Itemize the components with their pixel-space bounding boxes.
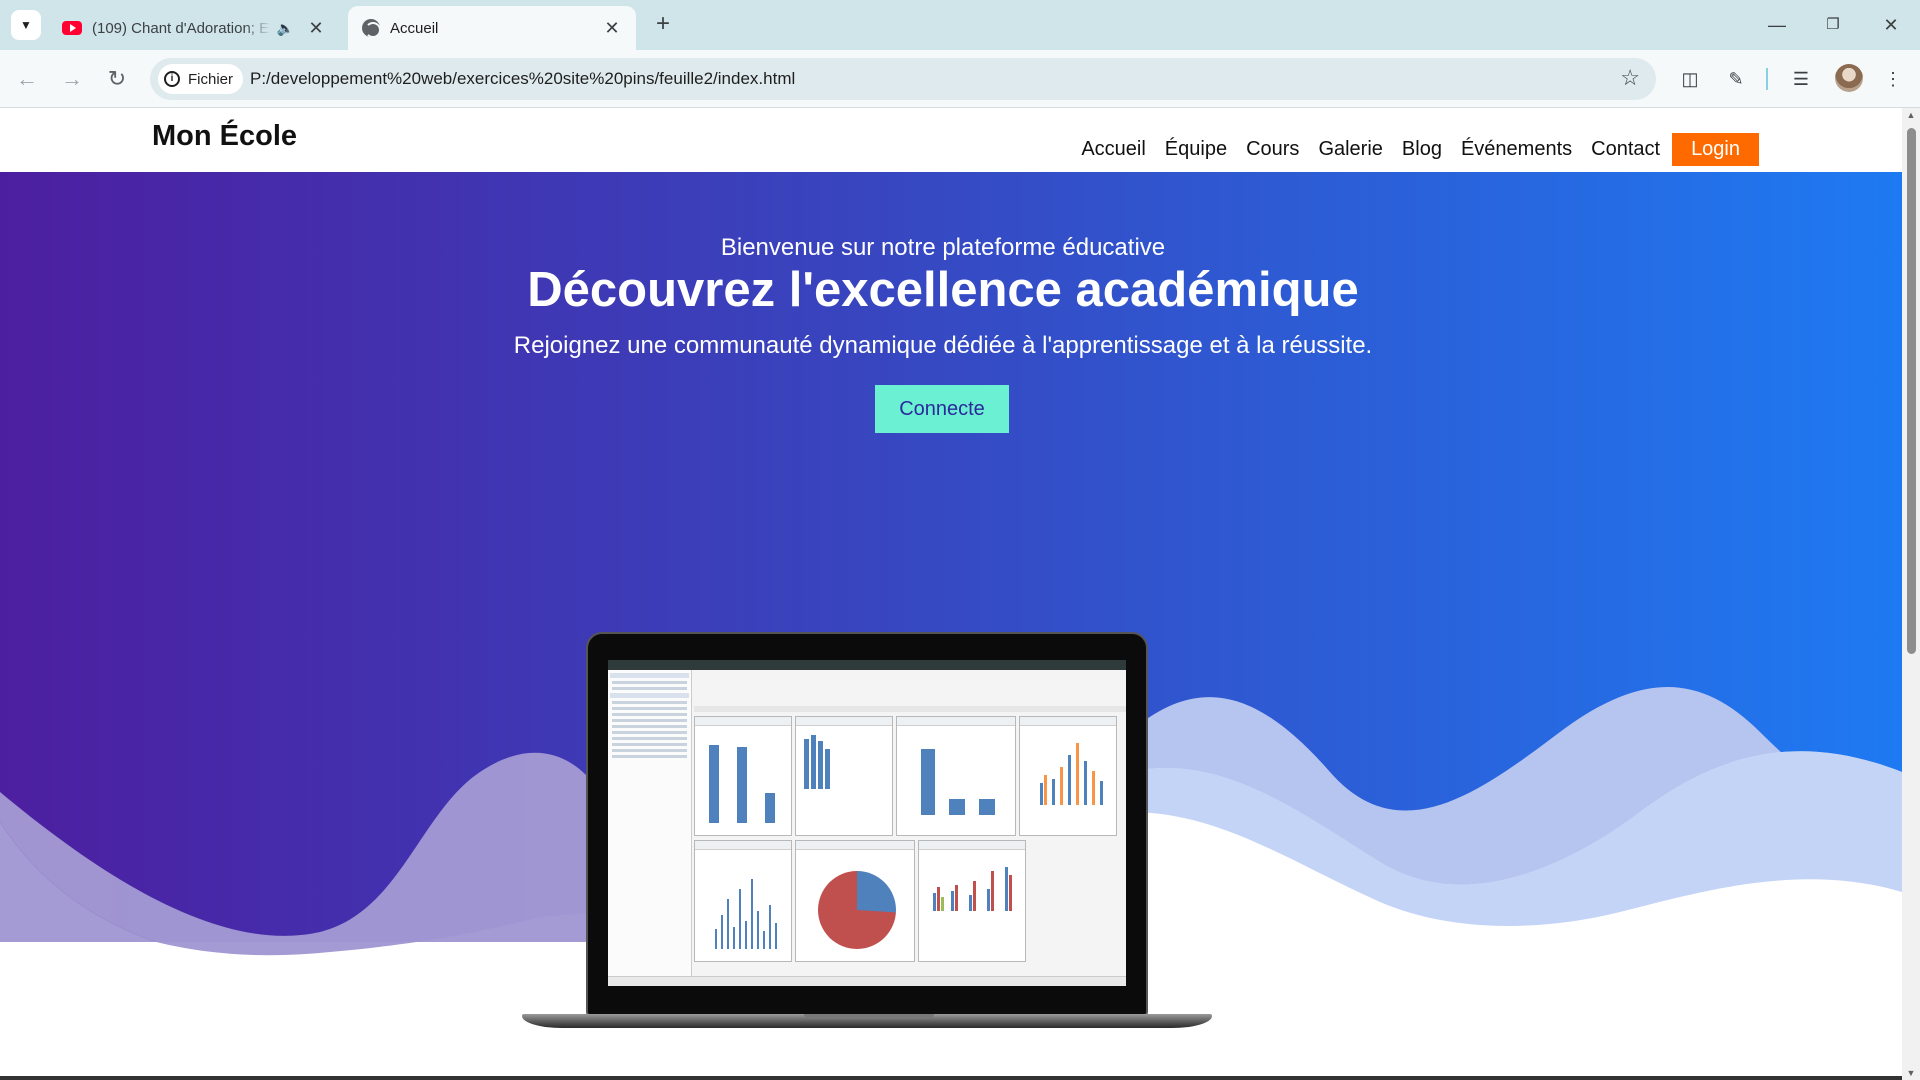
new-tab-button[interactable]: + [650, 12, 676, 38]
nav-blog[interactable]: Blog [1402, 138, 1442, 161]
tab-title: Accueil [390, 19, 439, 37]
scrollbar-thumb[interactable] [1907, 128, 1916, 654]
site-info-label: Fichier [188, 70, 234, 88]
minimize-icon[interactable]: — [1752, 8, 1802, 42]
page-viewport: Mon École Accueil Équipe Cours Galerie B… [0, 108, 1902, 1080]
nav-galerie[interactable]: Galerie [1318, 138, 1382, 161]
app-statusbar [608, 976, 1126, 986]
login-button[interactable]: Login [1672, 133, 1759, 166]
connect-button[interactable]: Connecte [875, 385, 1009, 433]
media-control-icon[interactable]: ☰ [1788, 66, 1814, 92]
page-scrollbar[interactable]: ▲ ▼ [1902, 108, 1920, 1080]
app-tabs [694, 706, 1126, 712]
laptop-image [522, 632, 1212, 1080]
site-logo[interactable]: Mon École [152, 120, 297, 153]
chart-panel [694, 840, 792, 962]
toolbar-separator [1766, 68, 1768, 90]
app-titlebar [608, 660, 1126, 670]
profile-avatar[interactable] [1835, 64, 1863, 92]
dashboard-screenshot [608, 660, 1126, 986]
restore-icon[interactable]: ❐ [1808, 8, 1858, 42]
close-tab-icon[interactable]: ✕ [602, 18, 622, 39]
app-sidebar [608, 670, 692, 976]
nav-evenements[interactable]: Événements [1461, 138, 1572, 161]
nav-accueil[interactable]: Accueil [1081, 138, 1145, 161]
close-window-icon[interactable]: ✕ [1866, 8, 1916, 42]
hero-title: Découvrez l'excellence académique [527, 263, 1359, 317]
main-nav: Accueil Équipe Cours Galerie Blog Événem… [1062, 133, 1759, 166]
nav-equipe[interactable]: Équipe [1165, 138, 1227, 161]
laptop-notch [804, 1014, 934, 1019]
chart-panel [795, 716, 893, 836]
next-section-edge [0, 1076, 1902, 1080]
chart-panel [896, 716, 1016, 836]
chevron-down-icon: ▼ [20, 18, 32, 32]
chart-panel [918, 840, 1026, 962]
reading-list-icon[interactable]: ◫ [1677, 66, 1703, 92]
scroll-down-icon[interactable]: ▼ [1906, 1068, 1916, 1078]
hero-subtitle: Bienvenue sur notre plateforme éducative [720, 234, 1166, 261]
chart-panel [795, 840, 915, 962]
pie-chart [818, 871, 896, 949]
browser-toolbar: ← → ↻ i Fichier P:/developpement%20web/e… [0, 50, 1920, 108]
tab-title: (109) Chant d'Adoration; EN [92, 19, 271, 37]
close-tab-icon[interactable]: ✕ [306, 18, 326, 39]
site-info-chip[interactable]: i Fichier [158, 64, 244, 94]
nav-contact[interactable]: Contact [1591, 138, 1660, 161]
youtube-icon [62, 21, 82, 35]
info-icon: i [164, 71, 180, 87]
laptop-lid [586, 632, 1148, 1016]
tab-youtube[interactable]: (109) Chant d'Adoration; EN 🔈 ✕ [48, 6, 340, 50]
menu-kebab-icon[interactable]: ⋮ [1880, 66, 1906, 92]
hero-section: Bienvenue sur notre plateforme éducative… [0, 172, 1902, 1080]
globe-icon [362, 19, 381, 38]
back-icon[interactable]: ← [12, 64, 42, 94]
speaker-icon[interactable]: 🔈 [277, 20, 294, 37]
url-text[interactable]: P:/developpement%20web/exercices%20site%… [250, 58, 795, 100]
chart-panel [1019, 716, 1117, 836]
site-header: Mon École Accueil Équipe Cours Galerie B… [0, 108, 1902, 172]
forward-icon[interactable]: → [57, 64, 87, 94]
nav-cours[interactable]: Cours [1246, 138, 1299, 161]
reload-icon[interactable]: ↻ [102, 64, 132, 94]
tab-search-button[interactable]: ▼ [11, 10, 41, 40]
browser-tabstrip: ▼ (109) Chant d'Adoration; EN 🔈 ✕ Accuei… [0, 0, 1920, 50]
extensions-icon[interactable]: ✎ [1723, 66, 1749, 92]
hero-description: Rejoignez une communauté dynamique dédié… [513, 332, 1373, 359]
address-bar[interactable]: i Fichier P:/developpement%20web/exercic… [150, 58, 1656, 100]
scroll-up-icon[interactable]: ▲ [1906, 110, 1916, 120]
bookmark-star-icon[interactable]: ☆ [1620, 66, 1640, 90]
chart-panel [694, 716, 792, 836]
tab-accueil[interactable]: Accueil ✕ [348, 6, 636, 50]
